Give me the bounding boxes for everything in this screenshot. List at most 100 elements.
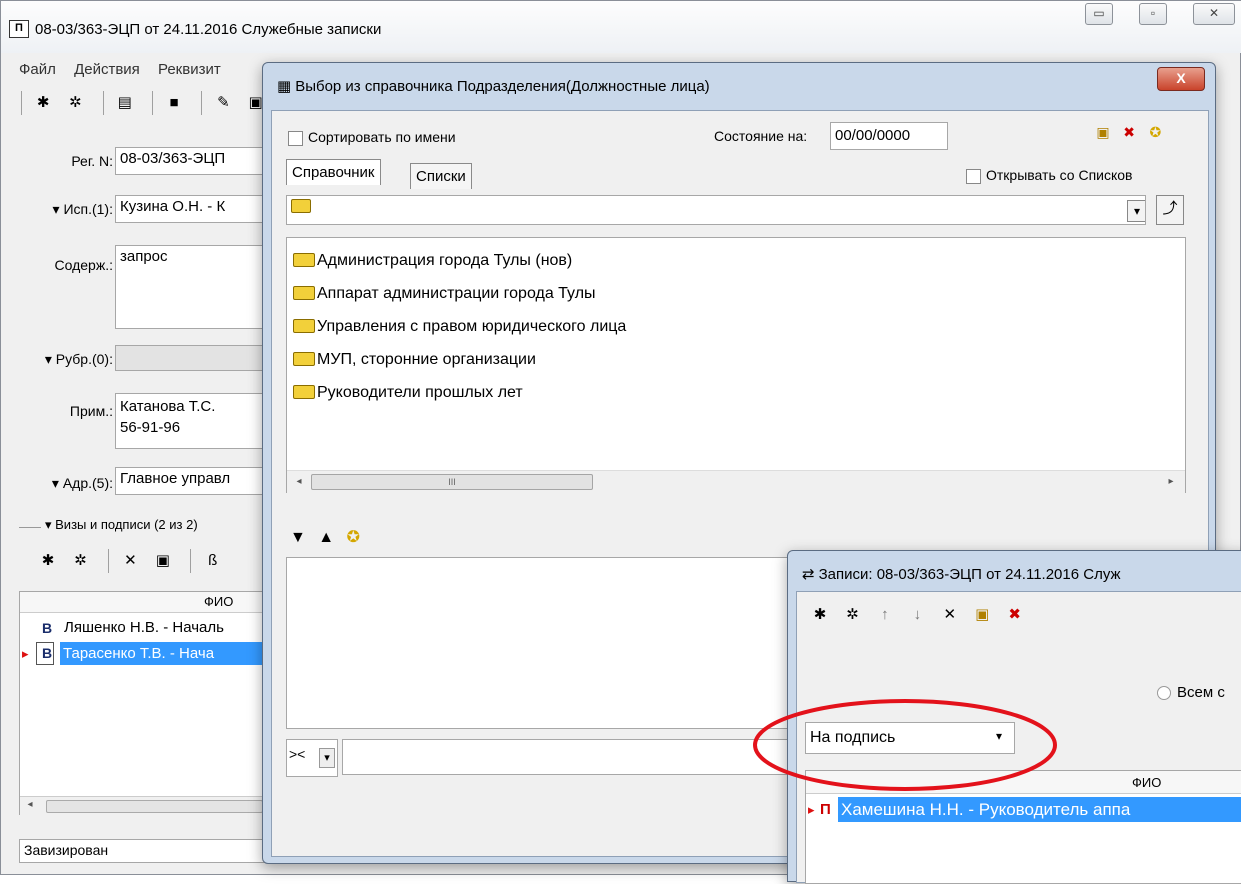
records-title: ⇄ Записи: 08-03/363-ЭЦП от 24.11.2016 Слу… (802, 566, 1121, 583)
clear-icon[interactable]: ✖ (1118, 121, 1140, 143)
note-field[interactable]: Катанова Т.С. 56-91-96 (115, 393, 265, 449)
menu-actions[interactable]: Действия (74, 61, 140, 78)
add-visa-icon[interactable]: ✱ (37, 550, 59, 572)
new-copy-icon[interactable]: ✲ (64, 92, 86, 114)
arrow-up-icon[interactable]: ↑ (874, 604, 896, 626)
chevron-down-icon[interactable]: ▾ (1127, 200, 1145, 222)
visas-toolbar: ✱ ✲ ✕ ▣ ß (37, 549, 230, 573)
scroll-thumb[interactable]: III (311, 474, 593, 490)
edit-icon[interactable]: ✎ (212, 92, 234, 114)
select-icon[interactable]: ▣ (1092, 121, 1114, 143)
toolbar-separator (151, 91, 153, 115)
delete-icon[interactable]: ✕ (939, 604, 961, 626)
list-item[interactable]: Руководители прошлых лет (293, 384, 523, 402)
list-item[interactable]: Аппарат администрации города Тулы (293, 285, 596, 303)
scroll-left-icon[interactable]: ◂ (291, 474, 307, 490)
menu-file[interactable]: Файл (19, 61, 56, 78)
scroll-thumb[interactable] (46, 800, 263, 813)
new-doc-icon[interactable]: ✱ (32, 92, 54, 114)
add-group-icon[interactable]: ✲ (841, 604, 863, 626)
status-field: Завизирован (19, 839, 269, 863)
dialog-title: ▦ Выбор из справочника Подразделения(Долж… (277, 78, 710, 95)
clear-icon[interactable]: ✖ (1004, 604, 1026, 626)
toolbar-separator (107, 549, 109, 573)
arrow-down-icon[interactable]: ↓ (906, 604, 928, 626)
path-combo[interactable]: ▾ (286, 195, 1146, 225)
close-button[interactable]: ✕ (1193, 3, 1235, 25)
tree-list: Администрация города Тулы (нов) Аппарат … (286, 237, 1186, 493)
selected-list[interactable] (286, 557, 808, 729)
maximize-button[interactable]: ▫ (1139, 3, 1167, 25)
visas-grid: ФИО В Ляшенко Н.В. - Началь ▸ В Тарасенк… (19, 591, 273, 815)
row-name: Хамешина Н.Н. - Руководитель аппа (838, 797, 1241, 822)
list-item[interactable]: Администрация города Тулы (нов) (293, 252, 572, 270)
content-field[interactable]: запрос (115, 245, 265, 329)
records-toolbar: ✱ ✲ ↑ ↓ ✕ ▣ ✖ (809, 604, 1032, 626)
grid-hscrollbar[interactable]: ◂ (20, 796, 270, 815)
comment-icon[interactable]: ✪ (1144, 121, 1166, 143)
grid-header: ФИО (20, 592, 270, 613)
move-up-icon[interactable]: ▲ (318, 529, 334, 546)
note-line-1: Катанова Т.С. (120, 398, 216, 415)
content-label: Содерж.: (54, 257, 113, 273)
scroll-right-icon[interactable]: ▸ (1163, 474, 1179, 490)
add-record-icon[interactable]: ✱ (809, 604, 831, 626)
checkbox-box[interactable] (966, 168, 981, 184)
note-label: Прим.: (69, 403, 113, 419)
reg-label: Рег. N: (71, 153, 113, 169)
rubric-label[interactable]: ▾ Рубр.(0): (7, 351, 113, 368)
isp-label[interactable]: ▾ Исп.(1): (7, 201, 113, 218)
add-group-icon[interactable]: ✲ (69, 550, 91, 572)
sort-by-name-checkbox[interactable]: Сортировать по имени (288, 129, 456, 146)
address-field[interactable]: Главное управл (115, 467, 265, 495)
note-line-2: 56-91-96 (120, 419, 181, 436)
table-row[interactable]: В Ляшенко Н.В. - Началь (20, 617, 270, 641)
delete-icon[interactable]: ✕ (119, 550, 141, 572)
select-icon[interactable]: ▣ (971, 604, 993, 626)
list-item[interactable]: МУП, сторонние организации (293, 351, 536, 369)
row-type-badge: В (42, 645, 53, 661)
visas-section-toggle[interactable]: ▾ Визы и подписи (2 из 2) (45, 517, 198, 533)
main-toolbar: ✱ ✲ ▤ ■ ✎ ▣ (15, 91, 273, 115)
table-row[interactable]: ▸ В Тарасенко Т.В. - Нача (20, 642, 273, 666)
chevron-down-icon[interactable]: ▾ (319, 748, 335, 768)
row-type-badge: П (820, 801, 831, 818)
reg-number-field[interactable]: 08-03/363-ЭЦП (115, 147, 265, 175)
executor-field[interactable]: Кузина О.Н. - К (115, 195, 265, 223)
search-input[interactable] (342, 739, 802, 775)
menu-requisites[interactable]: Реквизит (158, 61, 221, 78)
search-mode-select[interactable]: >< ▾ (286, 739, 338, 777)
main-title-bar: П 08-03/363-ЭЦП от 24.11.2016 Служебные … (1, 1, 1241, 53)
pdf-icon[interactable]: ▤ (114, 92, 136, 114)
all-radio[interactable]: Всем с (1157, 684, 1225, 701)
comment-icon[interactable]: ✪ (347, 529, 360, 546)
address-label[interactable]: ▾ Адр.(5): (7, 475, 113, 492)
minimize-button[interactable]: ▭ (1085, 3, 1113, 25)
order-tools: ▼ ▲ ✪ (290, 527, 360, 547)
state-date-field[interactable]: 00/00/0000 (830, 122, 948, 150)
tree-hscrollbar[interactable]: ◂ III ▸ (287, 470, 1185, 493)
sign-icon[interactable]: ß (202, 550, 224, 572)
toolbar-separator (201, 91, 203, 115)
section-divider (19, 527, 41, 528)
checkbox-box[interactable] (288, 130, 303, 146)
rubric-field[interactable] (115, 345, 265, 371)
scroll-left-icon[interactable]: ◂ (22, 797, 38, 813)
row-name: Тарасенко Т.В. - Нача (60, 642, 273, 665)
fio-header[interactable]: ФИО (204, 594, 233, 609)
open-with-lists-checkbox[interactable]: Открывать со Списков (966, 167, 1132, 184)
toolbar-separator (102, 91, 104, 115)
highlight-ellipse (753, 699, 1057, 791)
tab-directory[interactable]: Справочник (286, 159, 381, 185)
table-row[interactable]: ▸ П Хамешина Н.Н. - Руководитель аппа (806, 797, 1241, 823)
dialog-close-button[interactable]: X (1157, 67, 1205, 91)
list-item[interactable]: Управления с правом юридического лица (293, 318, 626, 336)
tab-lists[interactable]: Списки (410, 163, 472, 189)
details-icon[interactable]: ▣ (152, 550, 174, 572)
fio-header[interactable]: ФИО (1132, 775, 1161, 790)
row-type-badge: В (42, 620, 53, 636)
book-icon: ▦ (277, 78, 292, 95)
folder-up-icon[interactable]: ⤴ (1156, 195, 1184, 225)
move-down-icon[interactable]: ▼ (290, 529, 306, 546)
save-icon[interactable]: ■ (163, 92, 185, 114)
